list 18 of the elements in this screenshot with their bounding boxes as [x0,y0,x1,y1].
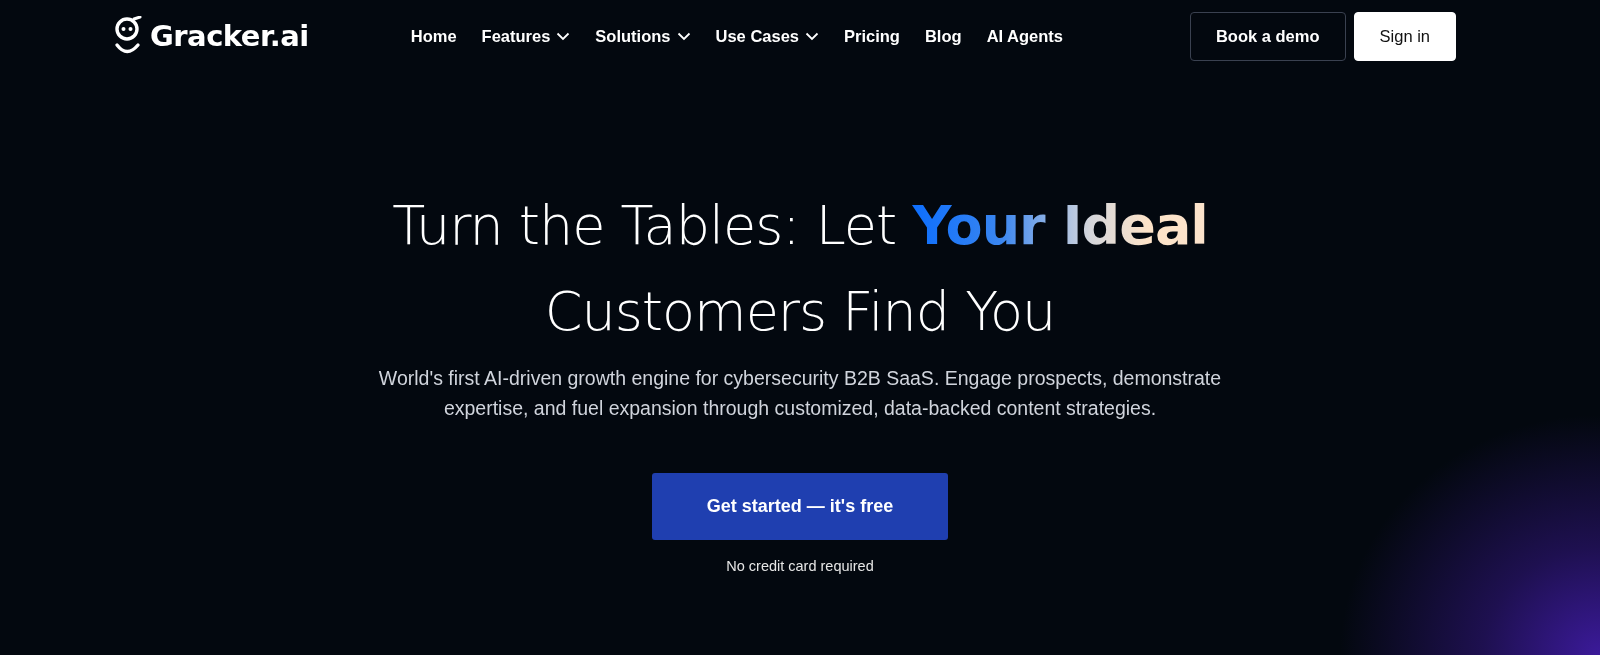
nav-dropdown[interactable]: Use Cases [715,24,819,49]
nav-dropdown[interactable]: Features [481,24,571,49]
nav-link[interactable]: Home [410,24,457,49]
note-text: No credit card required [726,557,874,576]
nav-link[interactable]: Blog [924,24,962,49]
chevron-down-icon [556,32,571,41]
nav-link[interactable]: Pricing [844,24,900,49]
headline: Customers Find You [544,279,1056,345]
headline: Turn the Tables: Let Your Ideal [392,193,1208,259]
get-started-button[interactable]: Get started — it's free [652,473,948,540]
hero-subtitle: World's first AI-driven growth engine for cybersecurity B2B SaaS. Engage prospects, demonstrate expertise, and fuel expansion through customized, data-backed content strategies. [377,366,1223,421]
chevron-down-icon [805,32,819,41]
sign-in-button[interactable]: Sign in [1353,12,1456,61]
chevron-down-icon [676,32,691,41]
nav-dropdown[interactable]: Solutions [595,24,691,49]
logo-text[interactable]: Gracker.ai [150,14,309,59]
book-demo-button[interactable]: Book a demo [1189,12,1346,61]
nav-link[interactable]: AI Agents [986,24,1064,49]
